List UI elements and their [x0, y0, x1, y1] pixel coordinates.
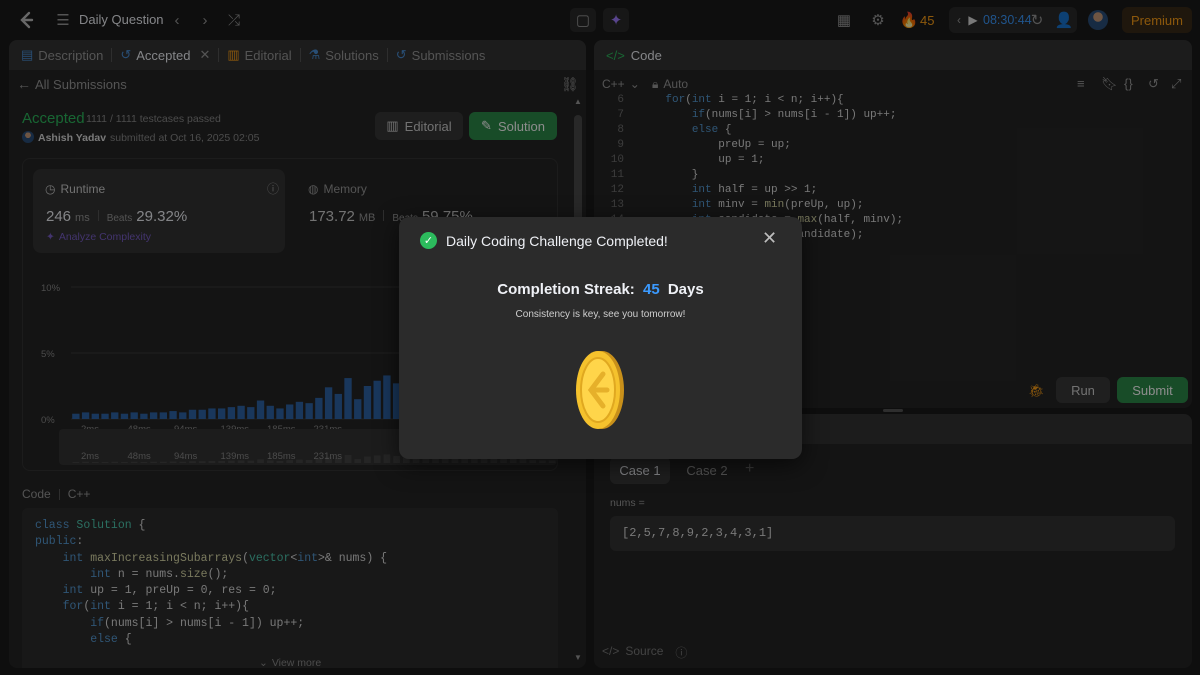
close-modal-icon[interactable]: ✕: [762, 228, 777, 249]
streak-suffix: Days: [667, 281, 704, 298]
streak-line: Completion Streak: 45 Days: [399, 281, 802, 298]
modal-subtitle: Consistency is key, see you tomorrow!: [515, 309, 686, 320]
check-circle-icon: ✓: [420, 232, 437, 249]
coin-icon: [576, 351, 624, 429]
streak-value: 45: [642, 281, 660, 298]
modal-title: Daily Coding Challenge Completed!: [446, 233, 668, 249]
challenge-completed-modal: ✓ Daily Coding Challenge Completed! ✕ Co…: [399, 217, 802, 459]
streak-prefix: Completion Streak:: [497, 281, 635, 298]
